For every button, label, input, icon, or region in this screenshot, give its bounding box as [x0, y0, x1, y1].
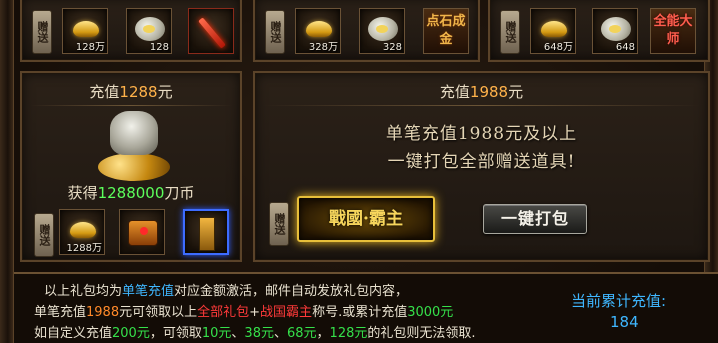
- silver-pile-icon: [135, 17, 165, 41]
- info-highlight: 单笔充值: [122, 284, 175, 299]
- title-amount: 1288: [119, 83, 158, 101]
- info-highlight: 68元: [286, 326, 317, 341]
- dragon-treasure-icon: [96, 111, 172, 181]
- info-text: 称号.或累计充值: [312, 305, 408, 320]
- gift-tag: 赠送: [32, 10, 52, 54]
- slot-quantity: 328万: [308, 42, 338, 53]
- promo-line-2: 一键打包全部赠送道具!: [387, 152, 576, 172]
- left-frame-pillar: [0, 0, 14, 343]
- gold-ingot-icon: [306, 21, 332, 37]
- title-amount: 1988: [469, 83, 509, 101]
- golden-tablet-icon: [199, 217, 215, 251]
- gold-ingot-icon: [541, 21, 567, 37]
- obtain-amount: 1288000: [97, 184, 165, 202]
- info-highlight: 38元: [244, 326, 274, 341]
- info-highlight: 128元: [329, 326, 368, 341]
- title-suffix: 元: [157, 83, 173, 101]
- reward-slot-weapon[interactable]: [188, 8, 234, 54]
- silver-dragon: [110, 111, 158, 155]
- info-highlight: 战国霸主: [260, 305, 313, 320]
- info-text: 元可领取以上: [119, 305, 198, 320]
- reward-slot-ingot[interactable]: 328万: [295, 8, 341, 54]
- divider: [263, 105, 700, 106]
- obtain-suffix: 刀币: [164, 184, 195, 202]
- slot-quantity: 1288万: [66, 243, 102, 254]
- gift-tag: 赠送: [34, 213, 54, 257]
- info-text: 对应金额激活，邮件自动发放礼包内容，: [174, 284, 409, 299]
- info-highlight: 1988: [86, 305, 120, 320]
- info-highlight: 3000元: [407, 305, 454, 320]
- obtain-text: 获得1288000刀币: [22, 182, 240, 203]
- gold-ingot-icon: [70, 222, 96, 238]
- promo-line-1: 单笔充值1988元及以上: [385, 124, 578, 144]
- treasure-chest-icon: [128, 220, 158, 246]
- info-text: 如自定义充值: [34, 326, 113, 341]
- silver-pile-icon: [368, 17, 398, 41]
- cumulative-recharge-value: 184: [610, 313, 639, 331]
- info-box: 以上礼包均为单笔充值对应金额激活，邮件自动发放礼包内容， 单笔充值1988元可领…: [14, 272, 718, 343]
- reward-slot-silver[interactable]: 128: [126, 8, 172, 54]
- cumulative-recharge-label: 当前累计充值:: [571, 292, 667, 310]
- info-line-1: 以上礼包均为单笔充值对应金额激活，邮件自动发放礼包内容，: [44, 280, 408, 299]
- coin-pile: [98, 153, 170, 181]
- info-text: ，可领取: [149, 326, 202, 341]
- silver-pile-icon: [601, 17, 631, 41]
- reward-slot-chest[interactable]: [119, 209, 165, 255]
- slot-quantity: 128: [149, 42, 169, 53]
- obtain-prefix: 获得: [67, 184, 98, 202]
- info-highlight: 200元: [112, 326, 150, 341]
- gift-panel-128: 赠送 128万 128: [20, 0, 242, 62]
- title-prefix: 充值: [439, 83, 470, 101]
- divider: [30, 105, 232, 106]
- gift-panel-648: 赠送 648万 648 全能大师: [488, 0, 710, 62]
- slot-quantity: 128万: [75, 42, 105, 53]
- recharge-1988-panel: 充值1988元 单笔充值1988元及以上 一键打包全部赠送道具! 赠送 戰國·霸…: [253, 71, 710, 262]
- info-text: +: [249, 305, 261, 320]
- zhanguo-bazhu-title-badge[interactable]: 戰國·霸主: [297, 196, 435, 242]
- slot-quantity: 648: [615, 42, 635, 53]
- red-sword-icon: [198, 17, 226, 49]
- gift-tag: 赠送: [500, 10, 520, 54]
- reward-slot-ingot[interactable]: 1288万: [59, 209, 105, 255]
- reward-slot-ingot[interactable]: 648万: [530, 8, 576, 54]
- recharge-1288-panel: 充值1288元 获得1288000刀币 赠送 1288万: [20, 71, 242, 262]
- gold-ingot-icon: [73, 21, 99, 37]
- reward-slot-ingot[interactable]: 128万: [62, 8, 108, 54]
- title-prefix: 充值: [89, 83, 120, 101]
- panel-title: 充值1988元: [255, 81, 708, 102]
- gift-panel-328: 赠送 328万 328 点石成金: [253, 0, 480, 62]
- info-line-3: 如自定义充值200元，可领取10元、38元、68元，128元的礼包则无法领取.: [34, 322, 476, 341]
- title-reward-dianshichengjin[interactable]: 点石成金: [423, 8, 469, 54]
- reward-slot-silver[interactable]: 648: [592, 8, 638, 54]
- info-highlight: 全部礼包: [197, 305, 250, 320]
- title-reward-quannengdashi[interactable]: 全能大师: [650, 8, 696, 54]
- gift-tag: 赠送: [265, 10, 285, 54]
- slot-quantity: 648万: [543, 42, 573, 53]
- title-suffix: 元: [508, 83, 524, 101]
- slot-quantity: 328: [382, 42, 402, 53]
- reward-slot-tablet[interactable]: [183, 209, 229, 255]
- info-text: 、: [231, 326, 245, 341]
- reward-slot-silver[interactable]: 328: [359, 8, 405, 54]
- info-text: ，: [316, 326, 330, 341]
- info-text: 单笔充值: [34, 305, 87, 320]
- info-text: 的礼包则无法领取.: [367, 326, 476, 341]
- recharge-gift-window: 赠送 128万 128 赠送 328万 328 点石成金 赠送 648万 648…: [0, 0, 718, 343]
- info-line-2: 单笔充值1988元可领取以上全部礼包+战国霸主称号.或累计充值3000元: [34, 301, 453, 320]
- info-text: 以上礼包均为: [44, 284, 123, 299]
- info-text: 、: [273, 326, 287, 341]
- info-highlight: 10元: [201, 326, 232, 341]
- panel-title: 充值1288元: [22, 81, 240, 102]
- gift-tag: 赠送: [269, 202, 289, 246]
- one-click-pack-button[interactable]: 一键打包: [483, 204, 587, 234]
